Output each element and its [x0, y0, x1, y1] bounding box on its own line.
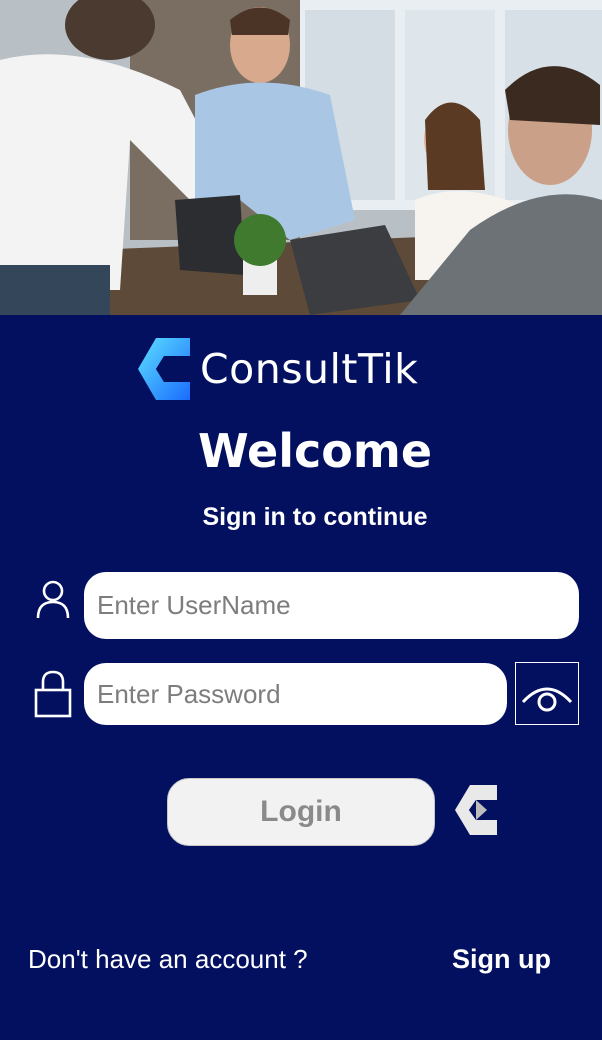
signin-subtitle: Sign in to continue — [202, 503, 428, 531]
no-account-text: Don't have an account ? — [28, 944, 308, 974]
password-input[interactable] — [84, 663, 507, 725]
user-icon — [36, 580, 70, 619]
hero-image — [0, 0, 602, 315]
meeting-photo — [0, 0, 602, 315]
brand-name: ConsultTik — [200, 345, 419, 393]
login-button[interactable]: Login — [167, 778, 435, 846]
consulttik-logo-icon — [138, 338, 190, 400]
consulttik-small-logo-icon — [455, 785, 497, 835]
welcome-title: Welcome — [197, 424, 433, 478]
username-input[interactable] — [84, 572, 579, 639]
eye-icon — [521, 687, 573, 711]
toggle-password-visibility-button[interactable] — [515, 662, 579, 725]
brand-logo: ConsultTik — [138, 338, 418, 400]
lock-icon — [34, 670, 72, 718]
signup-link[interactable]: Sign up — [452, 944, 551, 975]
